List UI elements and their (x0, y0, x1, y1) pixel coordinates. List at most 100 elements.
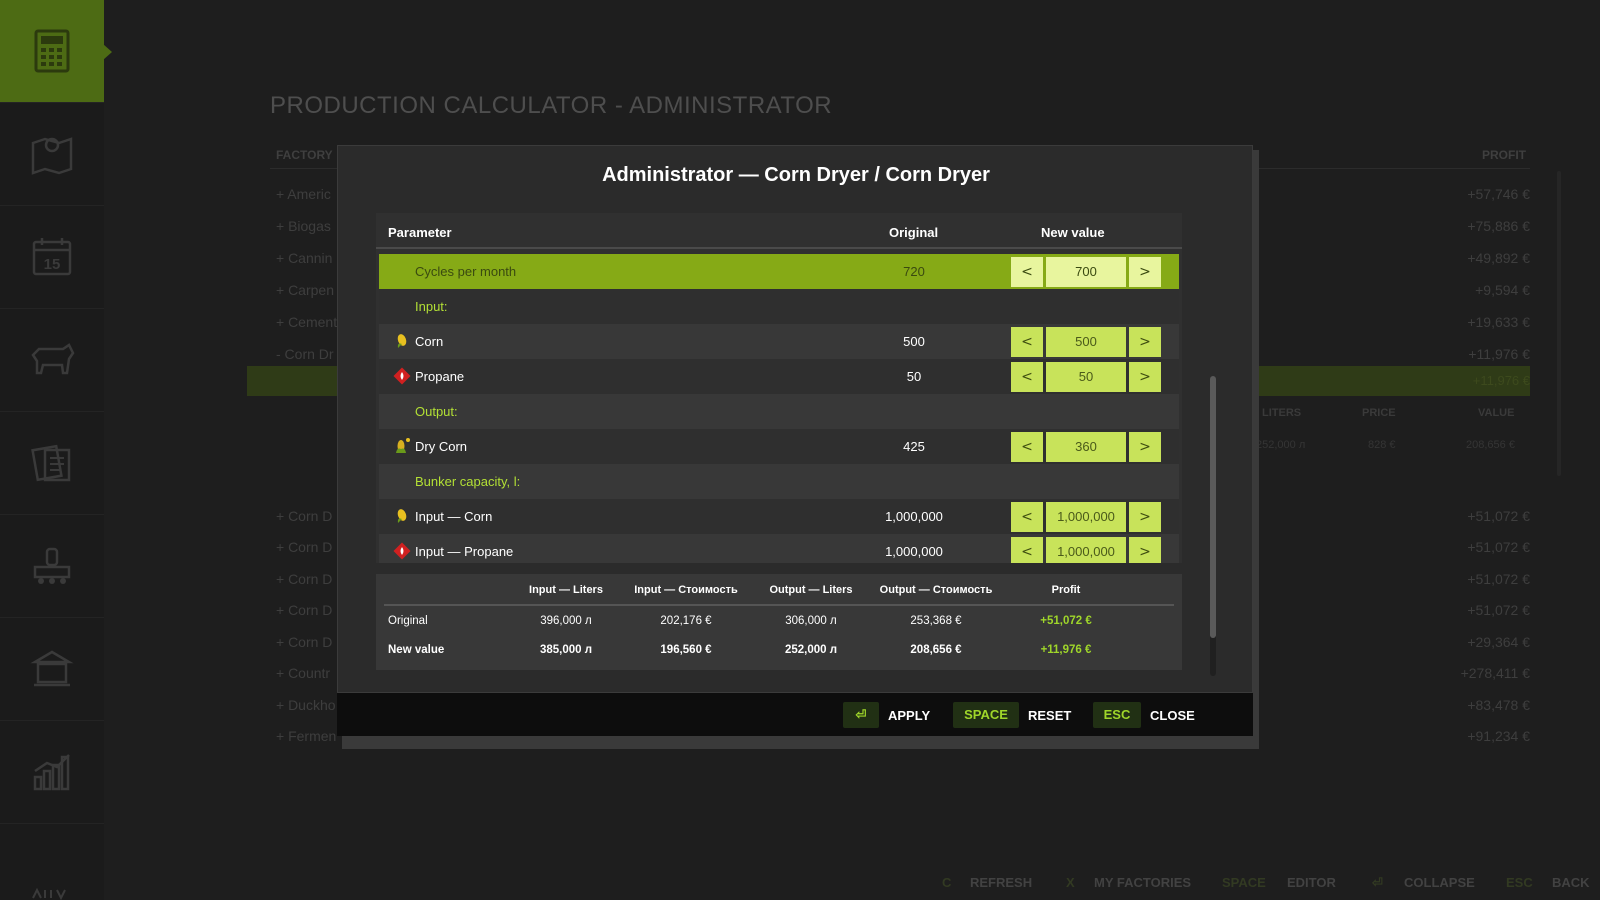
factory-profit: +51,072 € (1467, 539, 1530, 555)
section-label: Bunker capacity, l: (415, 474, 521, 489)
cycles-value-input[interactable]: 700 (1046, 257, 1126, 287)
section-label: Output: (415, 404, 458, 419)
factory-name: + Cannin (276, 250, 333, 266)
dialog-scrollbar[interactable] (1210, 376, 1216, 676)
increment-button[interactable]: > (1129, 257, 1161, 287)
output-value: 208,656 € (1466, 439, 1515, 451)
row-cycles-per-month[interactable]: Cycles per month 720 < 700 > (379, 254, 1179, 289)
apply-button[interactable]: APPLY (888, 708, 930, 723)
column-value: VALUE (1478, 407, 1515, 419)
parameter-table: Parameter Original New value Cycles per … (376, 213, 1182, 563)
editor-key: SPACE (1222, 875, 1266, 890)
sidebar-item-calendar[interactable]: 15 (0, 206, 104, 309)
factory-name: + Corn D (276, 571, 333, 587)
original-value: 425 (903, 439, 925, 454)
factory-profit: +19,633 € (1467, 314, 1530, 330)
summary-cell: 196,560 € (660, 644, 712, 656)
factory-name: + Carpen (276, 282, 334, 298)
row-label: Input — Propane (415, 544, 514, 559)
page-title: PRODUCTION CALCULATOR - ADMINISTRATOR (270, 92, 833, 119)
factory-name: + Corn D (276, 634, 333, 650)
decrement-button[interactable]: < (1011, 432, 1043, 462)
decrement-button[interactable]: < (1011, 257, 1043, 287)
sidebar-item-production[interactable] (0, 515, 104, 618)
collapse-button[interactable]: COLLAPSE (1404, 875, 1475, 890)
decrement-button[interactable]: < (1011, 502, 1043, 532)
column-liters: LITERS (1262, 407, 1302, 419)
summary-table: Input — Liters Input — Стоимость Output … (376, 574, 1182, 670)
increment-button[interactable]: > (1129, 327, 1161, 357)
row-label: Corn (415, 334, 444, 349)
summary-profit: +51,072 € (1040, 615, 1092, 627)
decrement-button[interactable]: < (1011, 327, 1043, 357)
sidebar-item-calculator[interactable] (0, 0, 112, 103)
close-button[interactable]: CLOSE (1150, 708, 1195, 723)
factory-profit: +57,746 € (1467, 186, 1530, 202)
propane-capacity-value-input[interactable]: 1,000,000 (1046, 537, 1126, 563)
my-factories-button[interactable]: MY FACTORIES (1094, 875, 1191, 890)
section-bunker-capacity: Bunker capacity, l: (379, 464, 1179, 499)
page-scrollbar[interactable] (1557, 171, 1561, 476)
collapse-key: ⏎ (1372, 875, 1383, 890)
more-icon (32, 887, 66, 900)
factory-name: - Corn Dr (276, 346, 334, 362)
enter-key-icon: ⏎ (843, 702, 879, 728)
factory-profit: +75,886 € (1467, 218, 1530, 234)
bank-icon (30, 650, 74, 687)
refresh-button[interactable]: REFRESH (970, 875, 1032, 890)
decrement-button[interactable]: < (1011, 537, 1043, 563)
increment-button[interactable]: > (1129, 432, 1161, 462)
dialog-title: Administrator — Corn Dryer / Corn Dryer (602, 164, 990, 186)
factory-profit: +11,976 € (1468, 346, 1530, 362)
sidebar-item-more[interactable] (0, 824, 104, 900)
scrollbar-thumb[interactable] (1210, 376, 1216, 638)
row-dry-corn[interactable]: Dry Corn 425 < 360 > (379, 429, 1179, 464)
corn-capacity-value-input[interactable]: 1,000,000 (1046, 502, 1126, 532)
cow-icon (31, 343, 75, 375)
propane-icon (393, 367, 411, 385)
summary-cell: 385,000 л (539, 644, 593, 656)
factory-name: + Fermen (276, 728, 337, 744)
decrement-button[interactable]: < (1011, 362, 1043, 392)
calculator-icon (34, 29, 70, 73)
increment-button[interactable]: > (1129, 362, 1161, 392)
calendar-day: 15 (44, 256, 61, 273)
back-button[interactable]: BACK (1552, 875, 1590, 890)
factory-name: + Corn D (276, 508, 333, 524)
row-propane[interactable]: Propane 50 < 50 > (379, 359, 1179, 394)
propane-value-input[interactable]: 50 (1046, 362, 1126, 392)
editor-button[interactable]: EDITOR (1287, 875, 1336, 890)
sidebar-item-statistics[interactable] (0, 721, 104, 824)
row-input-propane-capacity[interactable]: Input — Propane 1,000,000 < 1,000,000 > (379, 534, 1179, 563)
original-value: 50 (906, 369, 922, 384)
increment-button[interactable]: > (1129, 537, 1161, 563)
sidebar-item-bank[interactable] (0, 618, 104, 721)
summary-row-label: Original (388, 615, 428, 627)
row-corn[interactable]: Corn 500 < 500 > (379, 324, 1179, 359)
factory-profit: +51,072 € (1467, 602, 1530, 618)
row-input-corn-capacity[interactable]: Input — Corn 1,000,000 < 1,000,000 > (379, 499, 1179, 534)
increment-button[interactable]: > (1129, 502, 1161, 532)
row-label: Cycles per month (415, 264, 517, 279)
summary-profit: +11,976 € (1040, 644, 1092, 656)
map-icon (31, 137, 73, 175)
factory-profit: +51,072 € (1467, 571, 1530, 587)
cycles-stepper: < 700 > (1011, 257, 1161, 287)
calendar-icon: 15 (32, 238, 72, 276)
propane-stepper: < 50 > (1011, 362, 1161, 392)
sidebar-item-contracts[interactable] (0, 412, 104, 515)
propane-icon (393, 542, 411, 560)
corn-value-input[interactable]: 500 (1046, 327, 1126, 357)
column-price: PRICE (1362, 407, 1396, 419)
reset-button[interactable]: RESET (1028, 708, 1071, 723)
dry-corn-value-input[interactable]: 360 (1046, 432, 1126, 462)
statistics-icon (33, 754, 70, 791)
sidebar-item-animals[interactable] (0, 309, 104, 412)
factory-name: + Countr (276, 665, 331, 681)
factory-name: + Biogas (276, 218, 331, 234)
output-liters: 252,000 л (1256, 439, 1306, 451)
summary-cell: 208,656 € (910, 644, 962, 656)
production-icon (33, 547, 71, 584)
sidebar-item-map[interactable] (0, 103, 104, 206)
original-value: 720 (903, 264, 925, 279)
